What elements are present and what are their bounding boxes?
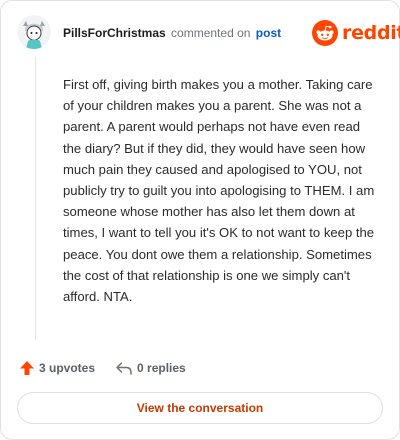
comment-embed-card: PillsForChristmas commented on post redd… <box>0 0 400 440</box>
reddit-logo[interactable]: reddit <box>312 20 400 46</box>
post-link[interactable]: post <box>256 26 281 40</box>
commented-on-text: commented on <box>171 26 251 40</box>
reddit-snoo-icon <box>312 20 338 46</box>
reply-arrow-icon <box>116 362 132 375</box>
user-avatar[interactable] <box>17 15 51 49</box>
upvote-button[interactable]: 3 upvotes <box>19 360 95 376</box>
thread-line <box>35 57 36 340</box>
upvote-arrow-icon <box>20 361 34 375</box>
view-conversation-button[interactable]: View the conversation <box>17 392 383 424</box>
username-link[interactable]: PillsForChristmas <box>63 26 166 40</box>
comment-actions: 3 upvotes 0 replies <box>19 359 186 377</box>
comment-body: First off, giving birth makes you a moth… <box>63 77 375 305</box>
upvote-count: 3 upvotes <box>39 361 96 375</box>
replies-count: 0 replies <box>137 361 186 375</box>
comment-header: PillsForChristmas commented on post <box>63 26 281 40</box>
replies-button[interactable]: 0 replies <box>115 360 186 376</box>
reddit-wordmark: reddit <box>342 22 400 44</box>
avatar-icon <box>17 15 51 49</box>
